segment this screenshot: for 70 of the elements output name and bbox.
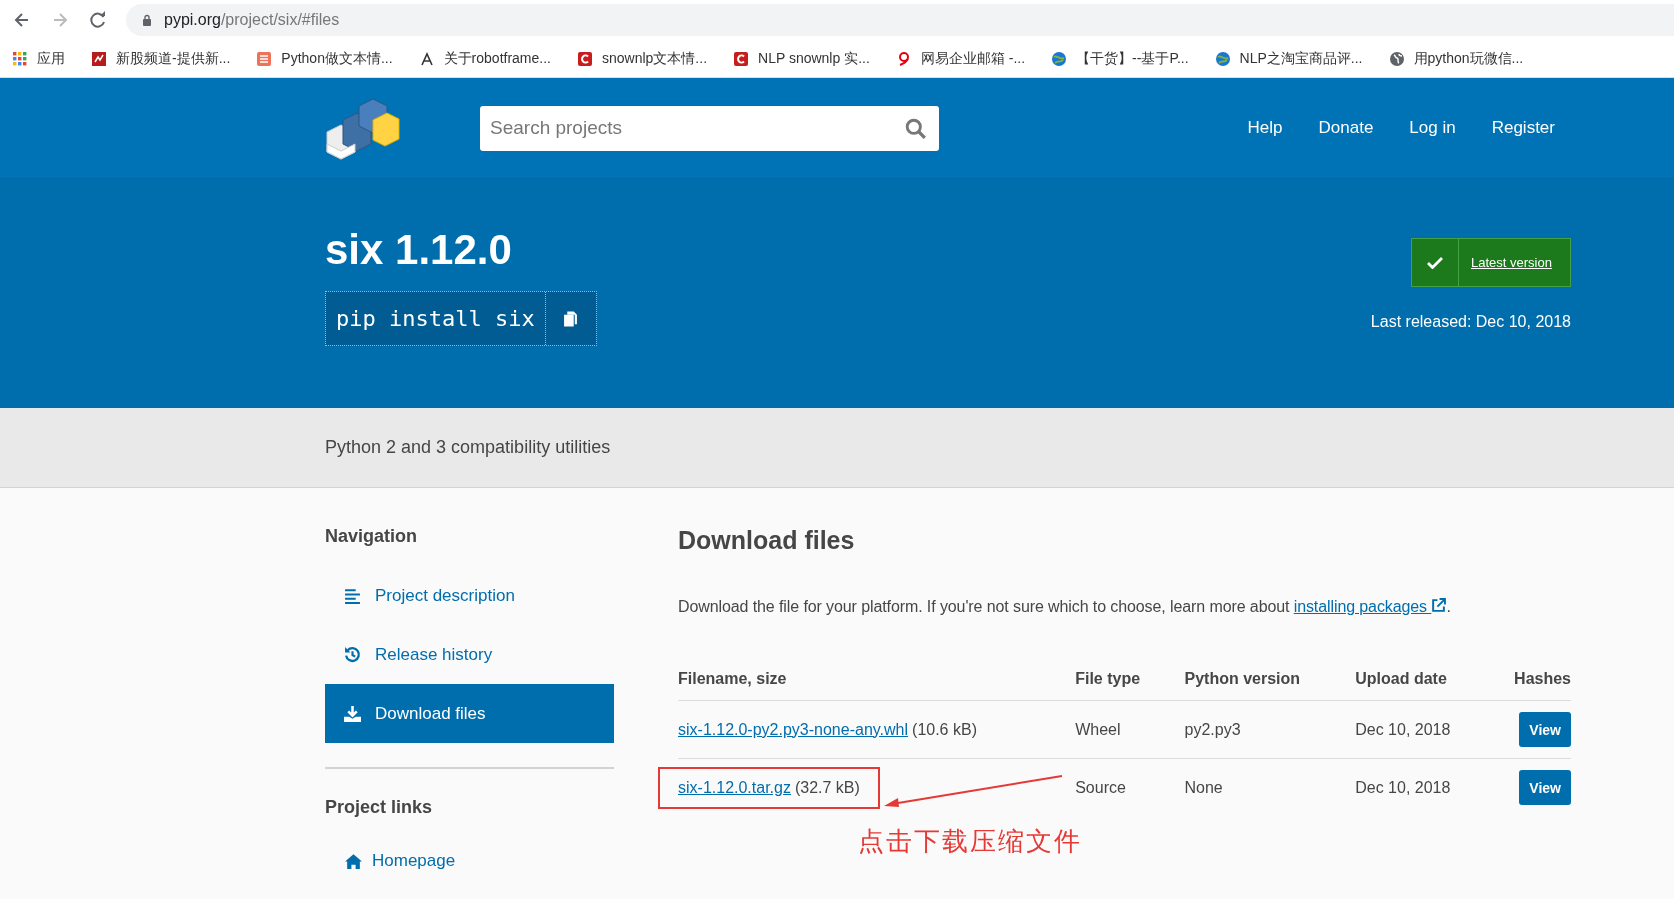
home-icon: [344, 853, 363, 869]
table-cell: py2.py3: [1184, 720, 1241, 738]
bookmark-item[interactable]: 应用: [12, 49, 65, 68]
search-field[interactable]: Search projects: [480, 105, 939, 151]
intro-text: Download the file for your platform. If you're not sure which to choose, learn more about installing packages .: [678, 598, 1452, 616]
chart-square-icon: [91, 50, 107, 67]
column-header: Filename, size: [678, 670, 1076, 701]
table-cell: None: [1184, 778, 1223, 796]
bookmark-item[interactable]: NLP之淘宝商品评...: [1214, 49, 1363, 68]
sidebar-tab[interactable]: Project description: [325, 566, 614, 625]
pip-command: pip install six: [335, 305, 536, 333]
table-cell: Dec 10, 2018: [1355, 778, 1451, 796]
header-link[interactable]: Log in: [1409, 118, 1456, 138]
sidebar-link[interactable]: Homepage: [325, 851, 614, 871]
project-summary: Python 2 and 3 compatibility utilities: [325, 437, 612, 458]
column-header: Hashes: [1514, 670, 1571, 701]
logo-icon: [418, 50, 435, 67]
last-released-date: Last released: Dec 10, 2018: [1370, 313, 1571, 331]
bookmark-item[interactable]: snownlp文本情...: [577, 49, 708, 68]
globe-icon: [1214, 50, 1231, 67]
sidebar-tab[interactable]: Release history: [325, 625, 614, 684]
installing-packages-link[interactable]: installing packages: [1293, 598, 1447, 615]
globe-icon: [1388, 50, 1405, 67]
file-size: (10.6 kB): [912, 720, 977, 738]
header-link[interactable]: Donate: [1318, 118, 1374, 138]
c-logo-icon: [577, 50, 593, 67]
file-link[interactable]: six-1.12.0.tar.gz: [678, 778, 791, 796]
sidebar-tab[interactable]: Download files: [325, 684, 614, 743]
section-heading: Download files: [678, 526, 856, 555]
table-cell: Wheel: [1075, 720, 1121, 738]
copy-icon: [563, 309, 579, 328]
table-cell: Source: [1075, 778, 1126, 796]
column-header: Upload date: [1355, 670, 1515, 701]
align-left-icon: [344, 587, 361, 604]
c-logo-icon: [733, 50, 750, 67]
file-size: (32.7 kB): [794, 778, 860, 796]
annotation-text: 点击下载压缩文件: [858, 825, 1082, 858]
file-link[interactable]: six-1.12.0-py2.py3-none-any.whl: [678, 720, 909, 738]
header-link[interactable]: Register: [1491, 118, 1555, 138]
address-bar[interactable]: pypi.org/project/six/#files: [126, 4, 1674, 36]
project-title: six 1.12.0: [325, 229, 513, 271]
bookmark-item[interactable]: 【干货】--基于P...: [1051, 49, 1189, 68]
url-text: pypi.org/project/six/#files: [164, 11, 340, 29]
bookmark-item[interactable]: 关于robotframe...: [418, 49, 551, 68]
header-link[interactable]: Help: [1247, 118, 1283, 138]
sidebar-heading: Navigation: [325, 526, 418, 547]
latest-version-link[interactable]: Latest version: [1459, 239, 1552, 286]
history-icon: [344, 646, 361, 663]
reload-icon[interactable]: [88, 10, 108, 30]
view-hashes-button[interactable]: View: [1519, 712, 1571, 747]
sidebar-heading: Project links: [325, 797, 434, 818]
latest-version-badge[interactable]: Latest version: [1411, 238, 1571, 287]
cubes-logo[interactable]: [325, 96, 401, 160]
external-link-icon: [1431, 598, 1447, 613]
bookmark-item[interactable]: 用python玩微信...: [1388, 49, 1524, 68]
checkmark-icon: [1427, 256, 1443, 269]
bookmark-item[interactable]: 新股频道-提供新...: [91, 49, 231, 68]
globe-icon: [1051, 50, 1068, 67]
bookmark-item[interactable]: 网易企业邮箱 -...: [895, 49, 1026, 68]
search-icon[interactable]: [905, 117, 927, 140]
lock-icon: [142, 14, 152, 26]
view-hashes-button[interactable]: View: [1519, 770, 1571, 805]
download-icon: [344, 705, 361, 722]
column-header: File type: [1075, 670, 1185, 701]
apps-grid-icon: [12, 50, 28, 67]
bookmark-item[interactable]: Python做文本情...: [256, 49, 393, 68]
column-header: Python version: [1184, 670, 1356, 701]
table-cell: Dec 10, 2018: [1355, 720, 1451, 738]
bookmark-item[interactable]: NLP snownlp 实...: [733, 49, 870, 68]
square-icon: [256, 50, 273, 67]
